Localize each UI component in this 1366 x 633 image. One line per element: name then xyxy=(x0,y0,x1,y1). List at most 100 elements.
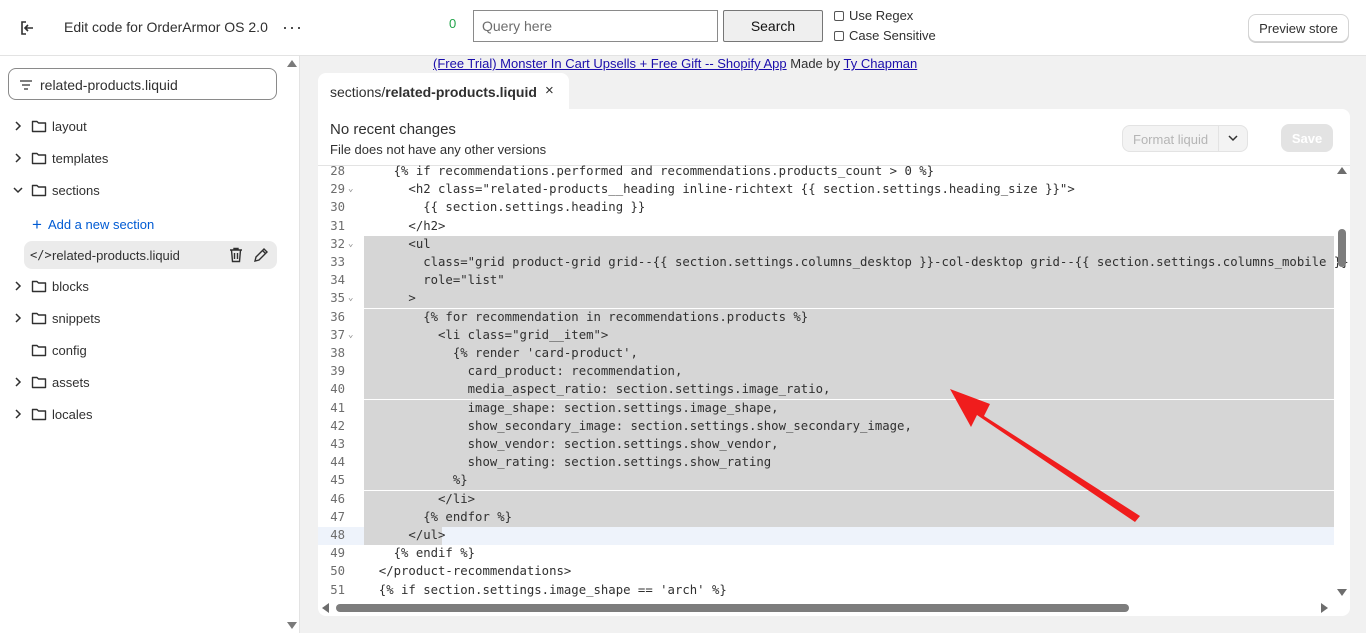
scroll-up-arrow[interactable] xyxy=(1337,167,1347,174)
scroll-down-arrow[interactable] xyxy=(1337,589,1347,596)
fold-chevron-icon[interactable]: ⌄ xyxy=(348,184,353,194)
scroll-right-arrow[interactable] xyxy=(1321,603,1328,613)
folder-item-layout[interactable]: layout xyxy=(0,115,300,139)
code-line[interactable]: 34 role="list" xyxy=(318,272,1334,291)
add-section-link[interactable]: + Add a new section xyxy=(32,215,154,235)
delete-icon[interactable] xyxy=(229,247,243,266)
code-line[interactable]: 29 ⌄ <h2 class="related-products__heading… xyxy=(318,181,1334,199)
add-section-label: Add a new section xyxy=(47,217,155,232)
save-button[interactable]: Save xyxy=(1281,124,1333,152)
sidebar-scroll-down[interactable] xyxy=(287,622,297,629)
code-text: {% endif %} xyxy=(364,546,476,561)
code-line[interactable]: 51 {% if section.settings.image_shape ==… xyxy=(318,582,1334,600)
line-number: 30 xyxy=(330,200,345,215)
active-file-label: related-products.liquid xyxy=(52,248,180,263)
chevron-right-icon[interactable] xyxy=(12,120,24,132)
use-regex-option[interactable]: Use Regex xyxy=(834,8,913,23)
page-title: Edit code for OrderArmor OS 2.0 xyxy=(64,19,268,35)
line-number: 48 xyxy=(330,528,345,542)
folder-item-blocks[interactable]: blocks xyxy=(0,275,300,299)
editor-horizontal-scrollbar[interactable] xyxy=(318,599,1334,616)
query-input[interactable] xyxy=(473,10,718,42)
code-text: <ul xyxy=(364,236,431,251)
sidebar-scroll-up[interactable] xyxy=(287,60,297,67)
use-regex-checkbox[interactable] xyxy=(834,10,844,21)
code-line[interactable]: 46 </li> xyxy=(318,490,1334,509)
current-line-highlight xyxy=(318,527,1334,545)
selection-highlight xyxy=(364,272,1334,291)
code-line[interactable]: 37 ⌄ <li class="grid__item"> xyxy=(318,326,1334,345)
code-line[interactable]: 39 card_product: recommendation, xyxy=(318,363,1334,382)
code-text: {% for recommendation in recommendations… xyxy=(364,309,809,324)
editor-vertical-scrollbar[interactable] xyxy=(1334,163,1350,599)
code-line[interactable]: 41 image_shape: section.settings.image_s… xyxy=(318,399,1334,418)
file-filter-input[interactable]: related-products.liquid xyxy=(8,68,277,100)
line-number: 42 xyxy=(330,418,345,433)
promo-app-link[interactable]: (Free Trial) Monster In Cart Upsells + F… xyxy=(433,56,787,71)
chevron-down-icon[interactable] xyxy=(12,184,24,196)
code-line[interactable]: 48 </ul> xyxy=(318,527,1334,545)
line-number: 41 xyxy=(330,400,345,415)
code-line[interactable]: 44 show_rating: section.settings.show_ra… xyxy=(318,454,1334,473)
chevron-right-icon[interactable] xyxy=(12,408,24,420)
chevron-down-icon[interactable] xyxy=(1219,126,1247,151)
scroll-thumb[interactable] xyxy=(1338,229,1346,267)
file-tab-path: sections/related-products.liquid xyxy=(330,84,537,100)
file-filter-value: related-products.liquid xyxy=(40,77,178,93)
active-file-item[interactable]: </> related-products.liquid xyxy=(24,241,277,269)
code-text: show_vendor: section.settings.show_vendo… xyxy=(364,437,779,451)
folder-item-assets[interactable]: assets xyxy=(0,371,300,395)
close-tab-icon[interactable]: × xyxy=(545,82,554,99)
code-line[interactable]: 47 {% endfor %} xyxy=(318,508,1334,527)
scroll-left-arrow[interactable] xyxy=(322,603,329,613)
chevron-right-icon[interactable] xyxy=(12,376,24,388)
code-line[interactable]: 28 {% if recommendations.performed and r… xyxy=(318,163,1334,181)
more-actions-button[interactable]: ··· xyxy=(282,17,303,38)
format-liquid-button[interactable]: Format liquid xyxy=(1122,125,1248,152)
file-tab-name: related-products.liquid xyxy=(385,84,537,100)
folder-item-locales[interactable]: locales xyxy=(0,403,300,427)
folder-label: templates xyxy=(52,151,109,166)
folder-item-templates[interactable]: templates xyxy=(0,147,300,171)
format-liquid-label: Format liquid xyxy=(1123,126,1220,151)
case-sensitive-option[interactable]: Case Sensitive xyxy=(834,28,936,43)
folder-item-sections[interactable]: sections xyxy=(0,179,300,203)
code-line[interactable]: 35 ⌄ > xyxy=(318,290,1334,309)
code-line[interactable]: 33 class="grid product-grid grid--{{ sec… xyxy=(318,254,1350,272)
code-line[interactable]: 40 media_aspect_ratio: section.settings.… xyxy=(318,381,1334,400)
folder-icon xyxy=(31,279,47,293)
code-line[interactable]: 50 </product-recommendations> xyxy=(318,563,1334,581)
code-line[interactable]: 30 {{ section.settings.heading }} xyxy=(318,199,1334,217)
selection-highlight xyxy=(364,290,1334,309)
fold-chevron-icon[interactable]: ⌄ xyxy=(348,293,353,303)
folder-item-config[interactable]: config xyxy=(0,339,300,363)
code-text: {% if section.settings.image_shape == 'a… xyxy=(364,582,727,597)
use-regex-label: Use Regex xyxy=(849,8,914,23)
chevron-right-icon[interactable] xyxy=(12,280,24,292)
fold-chevron-icon[interactable]: ⌄ xyxy=(348,330,353,340)
exit-icon[interactable] xyxy=(17,18,37,38)
code-line[interactable]: 45 %} xyxy=(318,472,1334,491)
code-line[interactable]: 38 {% render 'card-product', xyxy=(318,345,1334,363)
horizontal-scroll-thumb[interactable] xyxy=(336,604,1129,612)
code-line[interactable]: 49 {% endif %} xyxy=(318,545,1334,563)
chevron-right-icon[interactable] xyxy=(12,152,24,164)
code-line[interactable]: 31 </h2> xyxy=(318,218,1334,236)
folder-item-snippets[interactable]: snippets xyxy=(0,307,300,331)
line-number: 50 xyxy=(330,564,345,579)
search-button[interactable]: Search xyxy=(723,10,823,42)
code-line[interactable]: 36 {% for recommendation in recommendati… xyxy=(318,308,1334,327)
rename-icon[interactable] xyxy=(253,247,269,266)
file-tab[interactable]: sections/related-products.liquid × xyxy=(318,73,569,109)
code-line[interactable]: 32 ⌄ <ul xyxy=(318,235,1334,254)
chevron-right-icon[interactable] xyxy=(12,312,24,324)
code-line[interactable]: 43 show_vendor: section.settings.show_ve… xyxy=(318,436,1334,454)
code-line[interactable]: 42 show_secondary_image: section.setting… xyxy=(318,417,1334,436)
preview-store-button[interactable]: Preview store xyxy=(1248,14,1349,42)
folder-icon xyxy=(31,375,47,389)
fold-chevron-icon[interactable]: ⌄ xyxy=(348,239,353,249)
code-area[interactable]: 28 {% if recommendations.performed and r… xyxy=(318,163,1350,600)
code-text: <h2 class="related-products__heading inl… xyxy=(364,182,1075,197)
case-sensitive-checkbox[interactable] xyxy=(834,30,844,41)
promo-author-link[interactable]: Ty Chapman xyxy=(844,56,918,71)
